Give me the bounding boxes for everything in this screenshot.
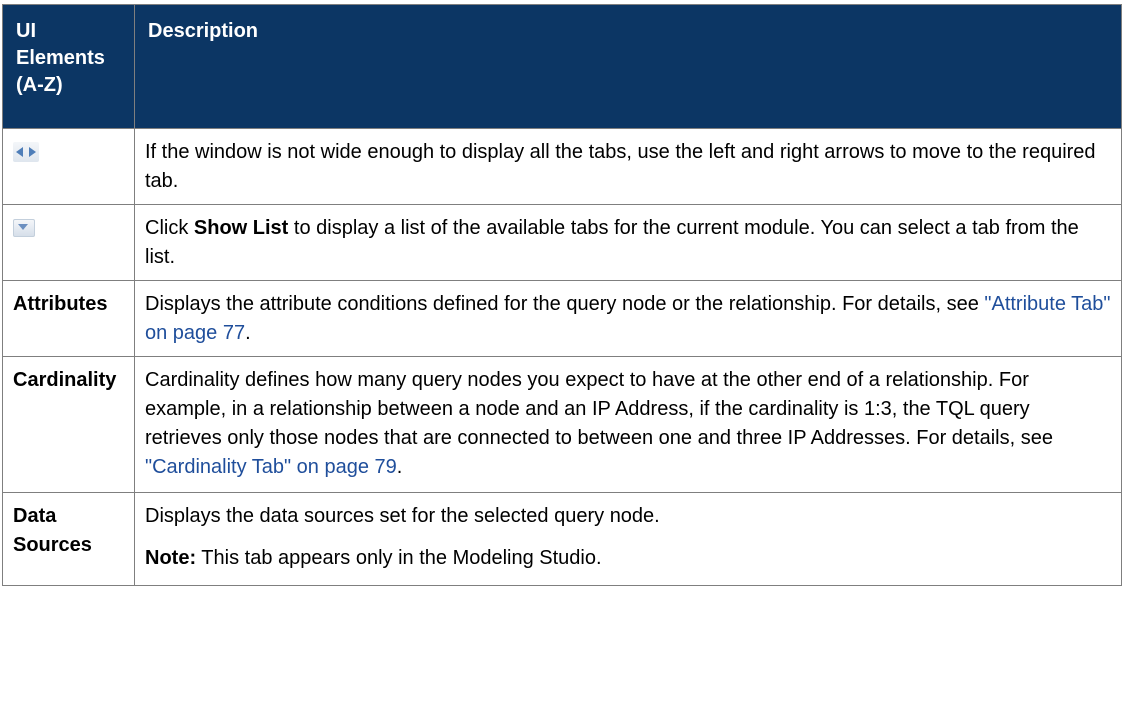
description-text: . [396, 456, 403, 478]
table-row-show-list: Click Show List to display a list of the… [2, 204, 1122, 281]
table-row-cardinality: Cardinality Cardinality defines how many… [2, 356, 1122, 493]
table-row-data-sources: Data Sources Displays the data sources s… [2, 492, 1122, 586]
show-list-label: Show List [193, 217, 289, 239]
table-row-attributes: Attributes Displays the attribute condit… [2, 280, 1122, 357]
description-cell: Click Show List to display a list of the… [134, 204, 1122, 281]
ui-element-name: Cardinality [2, 356, 135, 493]
left-right-arrows-icon [13, 142, 39, 162]
dropdown-arrow-icon [13, 219, 35, 237]
ui-element-cell [2, 128, 135, 205]
note-label: Note: [145, 547, 197, 569]
cardinality-tab-link[interactable]: "Cardinality Tab" on page 79 [145, 456, 397, 478]
table-header-row: UI Elements (A-Z) Description [2, 4, 1122, 129]
ui-element-cell [2, 204, 135, 281]
description-text: Displays the data sources set for the se… [145, 505, 660, 527]
description-cell: Displays the attribute conditions define… [134, 280, 1122, 357]
description-cell: If the window is not wide enough to disp… [134, 128, 1122, 205]
description-cell: Displays the data sources set for the se… [134, 492, 1122, 586]
description-text: Displays the attribute conditions define… [145, 293, 985, 315]
ui-element-name: Attributes [2, 280, 135, 357]
note-paragraph: Note: This tab appears only in the Model… [145, 544, 1111, 573]
note-text: This tab appears only in the Modeling St… [196, 547, 602, 569]
description-text: Cardinality defines how many query nodes… [145, 369, 1053, 449]
ui-elements-table: UI Elements (A-Z) Description If the win… [2, 4, 1122, 586]
header-ui-elements: UI Elements (A-Z) [2, 4, 135, 129]
table-row-arrows: If the window is not wide enough to disp… [2, 128, 1122, 205]
header-description: Description [134, 4, 1122, 129]
description-text: Click [145, 217, 194, 239]
description-text: . [245, 322, 251, 344]
ui-element-name: Data Sources [2, 492, 135, 586]
description-cell: Cardinality defines how many query nodes… [134, 356, 1122, 493]
